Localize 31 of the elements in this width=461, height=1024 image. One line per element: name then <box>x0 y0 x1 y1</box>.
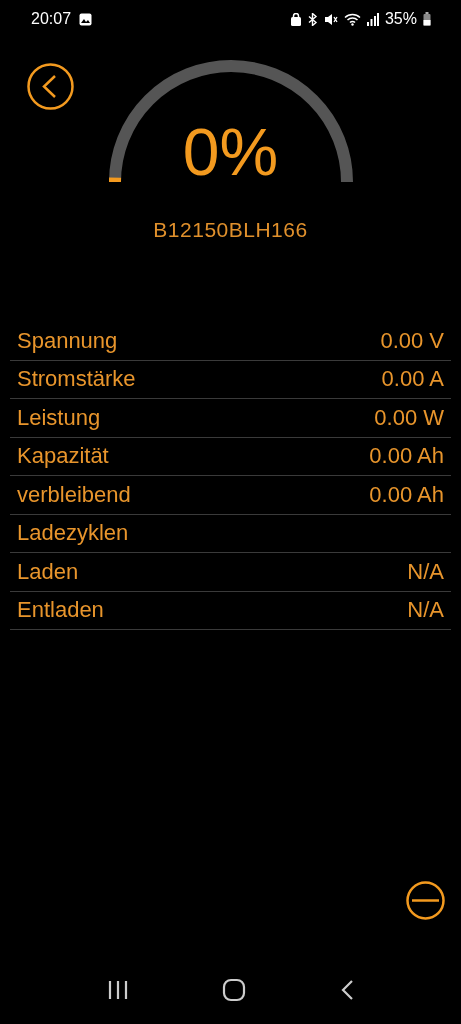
remove-button[interactable] <box>406 881 445 920</box>
stat-label: Laden <box>17 558 79 585</box>
back-button[interactable] <box>27 63 74 110</box>
lock-icon <box>290 12 301 26</box>
stat-value: 0.00 W <box>374 404 444 431</box>
stat-value: N/A <box>407 597 444 624</box>
battery-percent: 35% <box>384 10 417 28</box>
stat-label: Kapazität <box>17 443 109 470</box>
stat-value: 0.00 Ah <box>369 443 444 470</box>
stat-label: Ladezyklen <box>17 520 129 547</box>
clock-time: 20:07 <box>31 10 72 28</box>
device-name: B12150BLH166 <box>152 218 309 242</box>
stat-value: 0.00 A <box>381 366 444 393</box>
stat-label: verbleibend <box>17 481 131 508</box>
signal-icon <box>366 12 379 26</box>
stat-label: Spannung <box>17 327 118 354</box>
stat-value: 0.00 V <box>380 327 444 354</box>
image-icon <box>79 12 93 26</box>
home-button[interactable] <box>222 978 247 1002</box>
stat-label: Stromstärke <box>17 366 136 393</box>
recent-apps-button[interactable] <box>106 979 129 1001</box>
stat-label: Leistung <box>17 404 101 431</box>
wifi-icon <box>343 12 361 26</box>
stat-value: N/A <box>407 558 444 585</box>
charge-percent: 0% <box>181 114 280 190</box>
battery-icon <box>423 12 431 26</box>
stat-label: Entladen <box>17 597 104 624</box>
back-nav-button[interactable] <box>340 979 355 1001</box>
mute-icon <box>323 12 338 26</box>
bluetooth-icon <box>306 12 318 26</box>
stat-value: 0.00 Ah <box>369 481 444 508</box>
